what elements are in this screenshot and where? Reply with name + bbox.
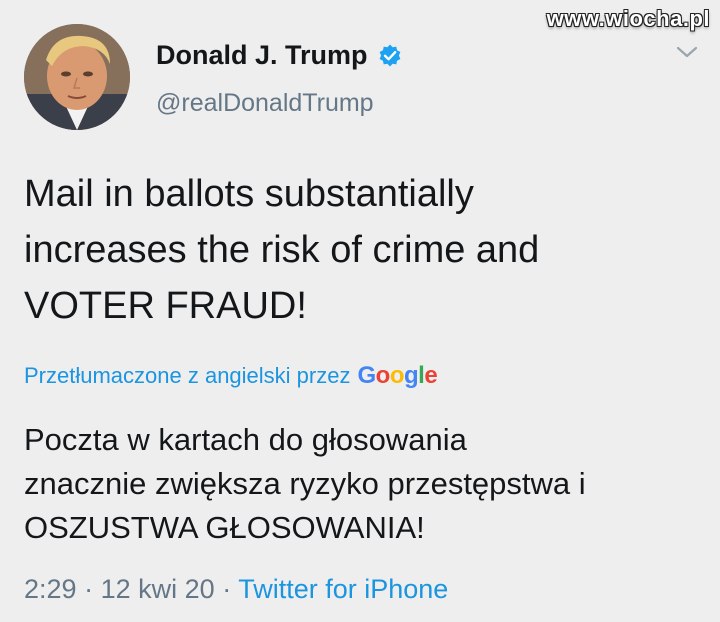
avatar[interactable] — [24, 24, 130, 130]
display-name[interactable]: Donald J. Trump — [156, 40, 368, 71]
tweet-card: www.wiocha.pl Donald J. Trump @realDonal… — [0, 0, 720, 622]
tweet-text-line: increases the risk of crime and — [24, 229, 540, 271]
translated-text-line: Poczta w kartach do głosowania — [24, 422, 467, 457]
meta-separator: · — [222, 574, 232, 604]
translated-text-line: OSZUSTWA GŁOSOWANIA! — [24, 510, 425, 545]
translation-label[interactable]: Przetłumaczone z angielski przez — [24, 363, 350, 389]
verified-badge-icon — [379, 44, 400, 66]
meta-separator: · — [84, 574, 94, 604]
translated-text: Poczta w kartach do głosowania znacznie … — [24, 418, 704, 550]
user-handle[interactable]: @realDonaldTrump — [156, 89, 374, 118]
tweet-source-link[interactable]: Twitter for iPhone — [238, 574, 448, 604]
tweet-text-line: Mail in ballots substantially — [24, 173, 474, 215]
google-logo: Google — [357, 362, 438, 389]
tweet-text: Mail in ballots substantially increases … — [24, 166, 704, 334]
translated-text-line: znacznie zwiększa ryzyko przestępstwa i — [24, 466, 586, 501]
tweet-time: 2:29 — [24, 574, 77, 604]
translation-attribution[interactable]: Przetłumaczone z angielski przez Google — [24, 362, 438, 390]
tweet-text-line: VOTER FRAUD! — [24, 285, 307, 327]
watermark: www.wiocha.pl — [546, 6, 710, 31]
tweet-date: 12 kwi 20 — [100, 574, 215, 604]
chevron-down-icon[interactable] — [674, 42, 700, 62]
name-row[interactable]: Donald J. Trump — [156, 40, 403, 71]
tweet-meta: 2:29 · 12 kwi 20 · Twitter for iPhone — [24, 574, 448, 605]
